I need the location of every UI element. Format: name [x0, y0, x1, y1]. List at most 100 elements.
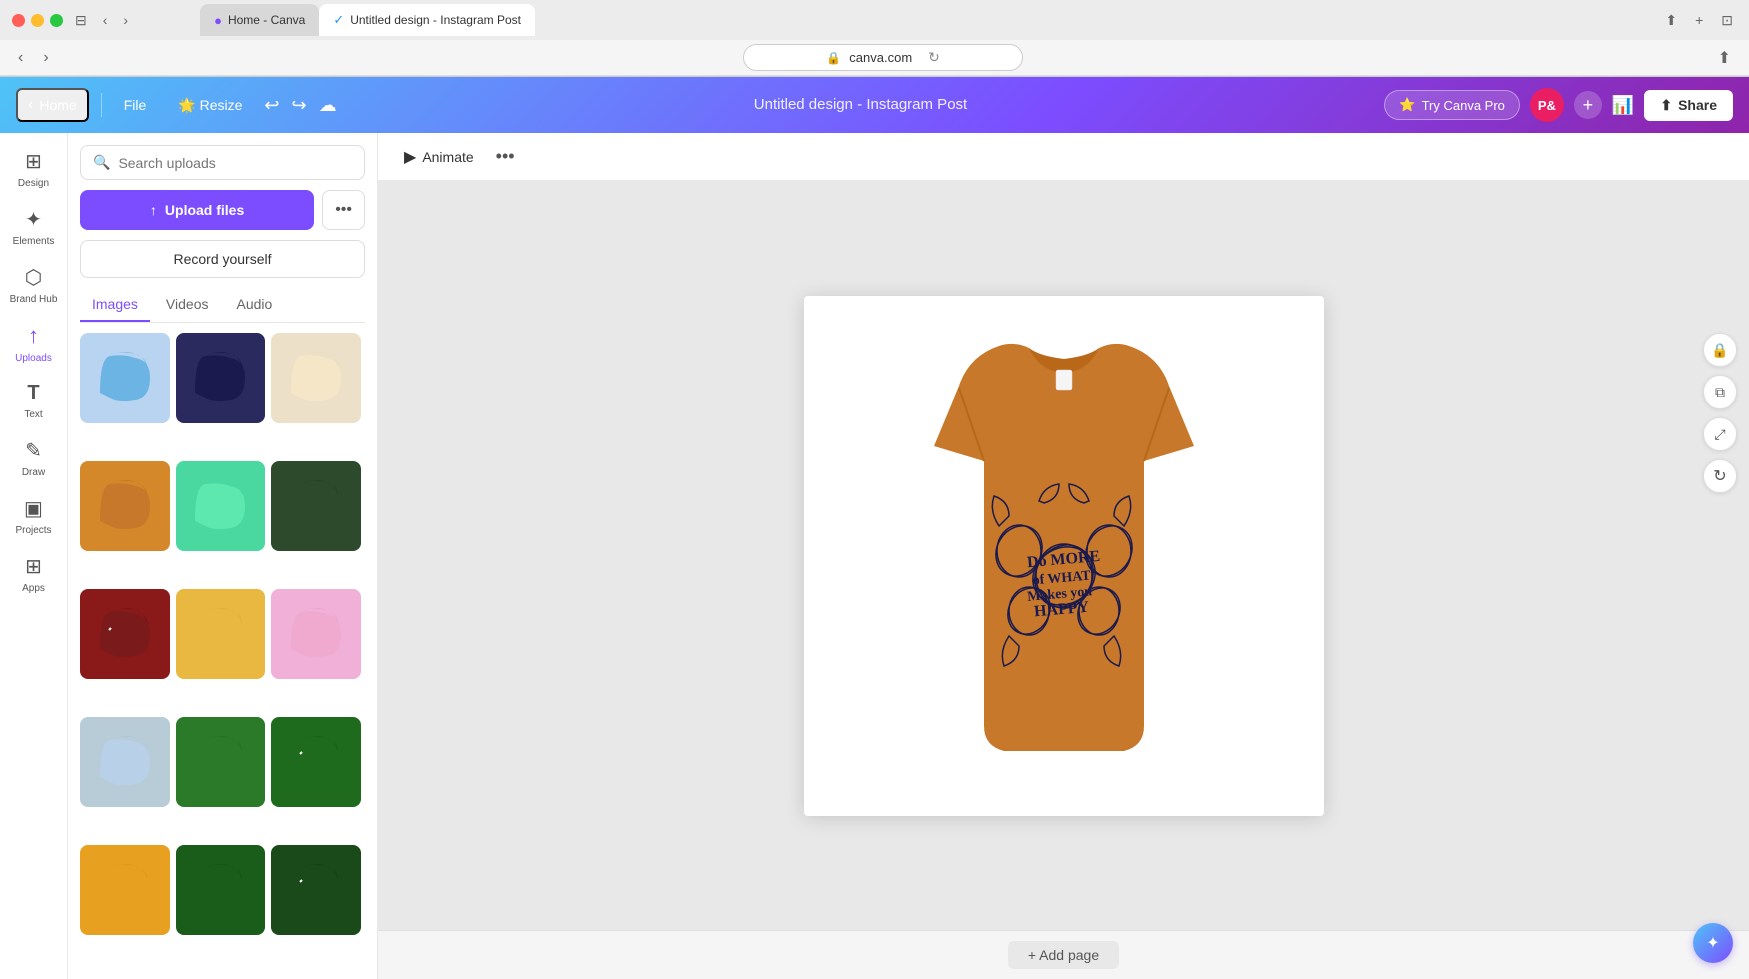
- list-item[interactable]: [271, 461, 361, 551]
- home-label: Home: [39, 97, 76, 113]
- design-title[interactable]: Untitled design - Instagram Post: [754, 96, 967, 113]
- canvas-page[interactable]: Do MORE of WHAT Makes you HAPPY: [804, 296, 1324, 816]
- address-nav-forward[interactable]: ›: [37, 47, 54, 69]
- sidebar-brand-hub-label: Brand Hub: [10, 294, 58, 305]
- search-icon: 🔍: [93, 154, 110, 171]
- security-icon: 🔒: [826, 51, 841, 65]
- search-box[interactable]: 🔍: [80, 145, 365, 180]
- browser-chrome: ⊟ ‹ › ● Home - Canva ✓ Untitled design -…: [0, 0, 1749, 77]
- elements-icon: ✦: [25, 207, 42, 232]
- chevron-left-icon: ‹: [28, 96, 33, 114]
- list-item[interactable]: [80, 461, 170, 551]
- undo-btn[interactable]: ↩: [264, 95, 279, 116]
- image-grid: [80, 333, 365, 967]
- traffic-lights: [12, 14, 63, 27]
- browser-menu-btn[interactable]: ⊡: [1717, 10, 1737, 31]
- browser-tabs-container: ● Home - Canva ✓ Untitled design - Insta…: [140, 4, 1653, 36]
- redo-btn[interactable]: ↪: [291, 95, 306, 116]
- tab-audio[interactable]: Audio: [224, 288, 284, 322]
- upload-files-btn[interactable]: ↑ Upload files: [80, 190, 314, 230]
- list-item[interactable]: [80, 717, 170, 807]
- list-item[interactable]: [271, 845, 361, 935]
- share-label: Share: [1678, 97, 1717, 113]
- text-icon: T: [27, 382, 39, 405]
- app-container: ‹ Home File 🌟 Resize ↩ ↪ ☁ Untitled desi…: [0, 77, 1749, 979]
- address-text[interactable]: canva.com: [849, 50, 912, 65]
- user-avatar[interactable]: P&: [1530, 88, 1564, 122]
- toolbar-center: Untitled design - Instagram Post: [353, 96, 1369, 114]
- list-item[interactable]: [176, 717, 266, 807]
- list-item[interactable]: [80, 333, 170, 423]
- minimize-window-btn[interactable]: [31, 14, 44, 27]
- address-nav-back[interactable]: ‹: [12, 47, 29, 69]
- brand-hub-icon: ⬡: [25, 265, 42, 290]
- list-item[interactable]: [271, 589, 361, 679]
- toolbar: ‹ Home File 🌟 Resize ↩ ↪ ☁ Untitled desi…: [0, 77, 1749, 133]
- sidebar-draw-label: Draw: [22, 467, 45, 478]
- file-btn[interactable]: File: [114, 91, 157, 119]
- design-icon: ⊞: [25, 149, 42, 174]
- canvas-area: ▶ Animate ••• 🔒 ⧉ ⤢ ↻: [378, 133, 1749, 979]
- sidebar-item-draw[interactable]: ✎ Draw: [4, 430, 64, 486]
- list-item[interactable]: [176, 333, 266, 423]
- animate-btn[interactable]: ▶ Animate: [394, 141, 484, 173]
- more-options-btn[interactable]: •••: [496, 146, 515, 167]
- magic-btn[interactable]: ✦: [1693, 923, 1733, 963]
- upload-files-label: Upload files: [165, 202, 244, 218]
- browser-tab-design[interactable]: ✓ Untitled design - Instagram Post: [319, 4, 535, 36]
- apps-icon: ⊞: [25, 554, 42, 579]
- close-window-btn[interactable]: [12, 14, 25, 27]
- browser-tab-home[interactable]: ● Home - Canva: [200, 4, 319, 36]
- home-btn[interactable]: ‹ Home: [16, 88, 89, 122]
- magic-icon: ✦: [1706, 933, 1719, 953]
- add-collaborator-btn[interactable]: +: [1574, 91, 1602, 119]
- share-icon: ⬆: [1660, 97, 1672, 114]
- share-window-btn[interactable]: ⬆: [1661, 10, 1681, 31]
- sidebar-item-projects[interactable]: ▣ Projects: [4, 488, 64, 544]
- animate-label: Animate: [422, 149, 473, 165]
- design-tab-label: Untitled design - Instagram Post: [350, 13, 521, 27]
- canvas-toolbar: ▶ Animate •••: [378, 133, 1749, 181]
- list-item[interactable]: [176, 845, 266, 935]
- resize-btn[interactable]: 🌟 Resize: [168, 91, 252, 120]
- bookmark-btn[interactable]: ⬆: [1712, 46, 1737, 70]
- sidebar-item-text[interactable]: T Text: [4, 374, 64, 428]
- upload-tabs: Images Videos Audio: [80, 288, 365, 323]
- nav-forward-btn[interactable]: ›: [119, 10, 132, 30]
- tab-images[interactable]: Images: [80, 288, 150, 322]
- list-item[interactable]: [271, 717, 361, 807]
- sidebar-item-apps[interactable]: ⊞ Apps: [4, 546, 64, 602]
- reload-icon[interactable]: ↻: [928, 49, 940, 66]
- list-item[interactable]: [80, 589, 170, 679]
- record-yourself-btn[interactable]: Record yourself: [80, 240, 365, 278]
- try-pro-btn[interactable]: ⭐ Try Canva Pro: [1384, 90, 1520, 120]
- search-input[interactable]: [118, 155, 352, 171]
- canvas-bottom-bar: + Add page: [378, 930, 1749, 979]
- tab-videos[interactable]: Videos: [154, 288, 221, 322]
- cloud-save-btn[interactable]: ☁: [319, 95, 337, 116]
- nav-back-btn[interactable]: ‹: [99, 10, 112, 30]
- sidebar-item-uploads[interactable]: ↑ Uploads: [4, 315, 64, 372]
- list-item[interactable]: [176, 589, 266, 679]
- browser-titlebar: ⊟ ‹ › ● Home - Canva ✓ Untitled design -…: [0, 0, 1749, 40]
- share-btn[interactable]: ⬆ Share: [1644, 90, 1733, 121]
- sidebar-item-brand-hub[interactable]: ⬡ Brand Hub: [4, 257, 64, 313]
- add-page-btn[interactable]: + Add page: [1008, 941, 1119, 969]
- sidebar-item-design[interactable]: ⊞ Design: [4, 141, 64, 197]
- projects-icon: ▣: [24, 496, 43, 521]
- list-item[interactable]: [176, 461, 266, 551]
- animate-icon: ▶: [404, 147, 416, 167]
- upload-more-btn[interactable]: •••: [322, 190, 365, 230]
- list-item[interactable]: [80, 845, 170, 935]
- more-dots-icon: •••: [335, 201, 352, 219]
- maximize-window-btn[interactable]: [50, 14, 63, 27]
- sidebar-item-elements[interactable]: ✦ Elements: [4, 199, 64, 255]
- list-item[interactable]: [271, 333, 361, 423]
- draw-icon: ✎: [25, 438, 42, 463]
- new-tab-btn[interactable]: +: [1691, 10, 1707, 31]
- sidebar-apps-label: Apps: [22, 583, 45, 594]
- sidebar-toggle-btn[interactable]: ⊟: [71, 10, 91, 31]
- main-content: ⊞ Design ✦ Elements ⬡ Brand Hub ↑ Upload…: [0, 133, 1749, 979]
- analytics-btn[interactable]: 📊: [1612, 95, 1634, 116]
- sidebar-projects-label: Projects: [15, 525, 51, 536]
